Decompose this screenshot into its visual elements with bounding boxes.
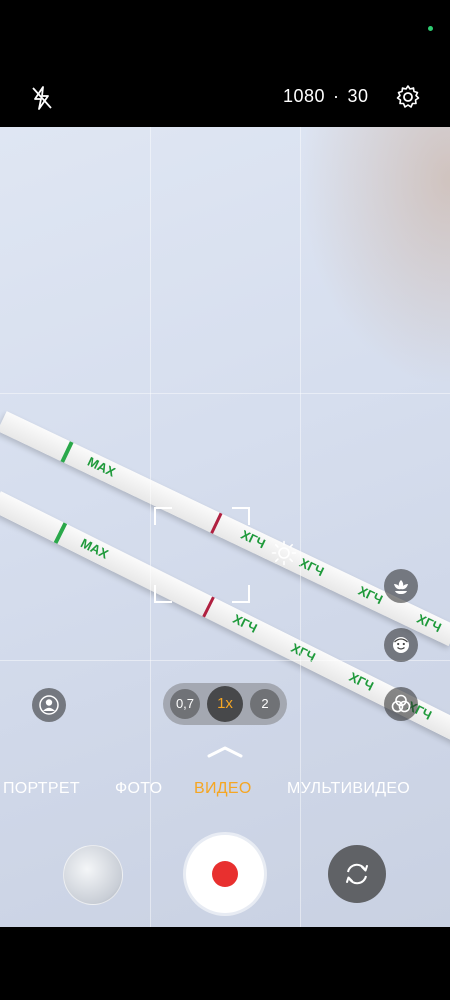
flower-icon[interactable] — [384, 569, 418, 603]
zoom-option-1x[interactable]: 1x — [207, 686, 243, 722]
zoom-option-2[interactable]: 2 — [250, 689, 280, 719]
status-indicator-dot — [428, 26, 433, 31]
mode-multivideo[interactable]: МУЛЬТИВИДЕО — [287, 780, 410, 798]
background-shadow — [300, 127, 450, 387]
hcg-label: ХГЧ — [288, 640, 318, 665]
max-label: MAX — [85, 453, 118, 480]
control-line-green — [53, 522, 68, 544]
hcg-label: ХГЧ — [297, 554, 327, 580]
zoom-selector: 0,7 1x 2 — [163, 683, 287, 725]
separator-dot: · — [333, 86, 340, 106]
portrait-effect-icon[interactable] — [32, 688, 66, 722]
record-button[interactable] — [186, 835, 264, 913]
sun-icon[interactable] — [271, 540, 297, 566]
control-line-green — [60, 441, 74, 463]
zoom-option-0-7[interactable]: 0,7 — [170, 689, 200, 719]
filters-icon[interactable] — [384, 687, 418, 721]
mode-portrait[interactable]: ПОРТРЕТ — [3, 780, 80, 798]
switch-camera-icon[interactable] — [328, 845, 386, 903]
hcg-label: ХГЧ — [414, 610, 444, 636]
grid-line — [300, 127, 301, 927]
max-label: MAX — [78, 535, 111, 562]
record-icon — [212, 861, 238, 887]
face-retouch-icon[interactable] — [384, 628, 418, 662]
hcg-label: ХГЧ — [355, 582, 386, 608]
flash-off-icon[interactable] — [28, 84, 56, 112]
hcg-label: ХГЧ — [346, 669, 377, 694]
grid-line — [0, 393, 450, 394]
mode-selector: ПОРТРЕТ ФОТО ВИДЕО МУЛЬТИВИДЕО — [0, 780, 450, 804]
gallery-thumbnail[interactable] — [63, 845, 123, 905]
grid-line — [150, 127, 151, 927]
resolution-value: 1080 — [283, 86, 326, 106]
mode-video[interactable]: ВИДЕО — [194, 780, 252, 798]
camera-screen: 1080·30 MAX ХГЧ ХГЧ ХГЧ ХГЧ MAX ХГЧ ХГ — [0, 0, 450, 1000]
mode-photo[interactable]: ФОТО — [115, 780, 162, 798]
video-resolution-fps[interactable]: 1080 · 30 — [283, 86, 369, 107]
top-bar: 1080 · 30 — [0, 70, 450, 126]
chevron-up-icon[interactable] — [205, 744, 245, 758]
fps-value: 30 — [347, 86, 369, 106]
focus-frame-icon — [154, 507, 250, 603]
hcg-label: ХГЧ — [230, 611, 260, 636]
grid-line — [0, 660, 450, 661]
gear-icon[interactable] — [394, 83, 422, 111]
